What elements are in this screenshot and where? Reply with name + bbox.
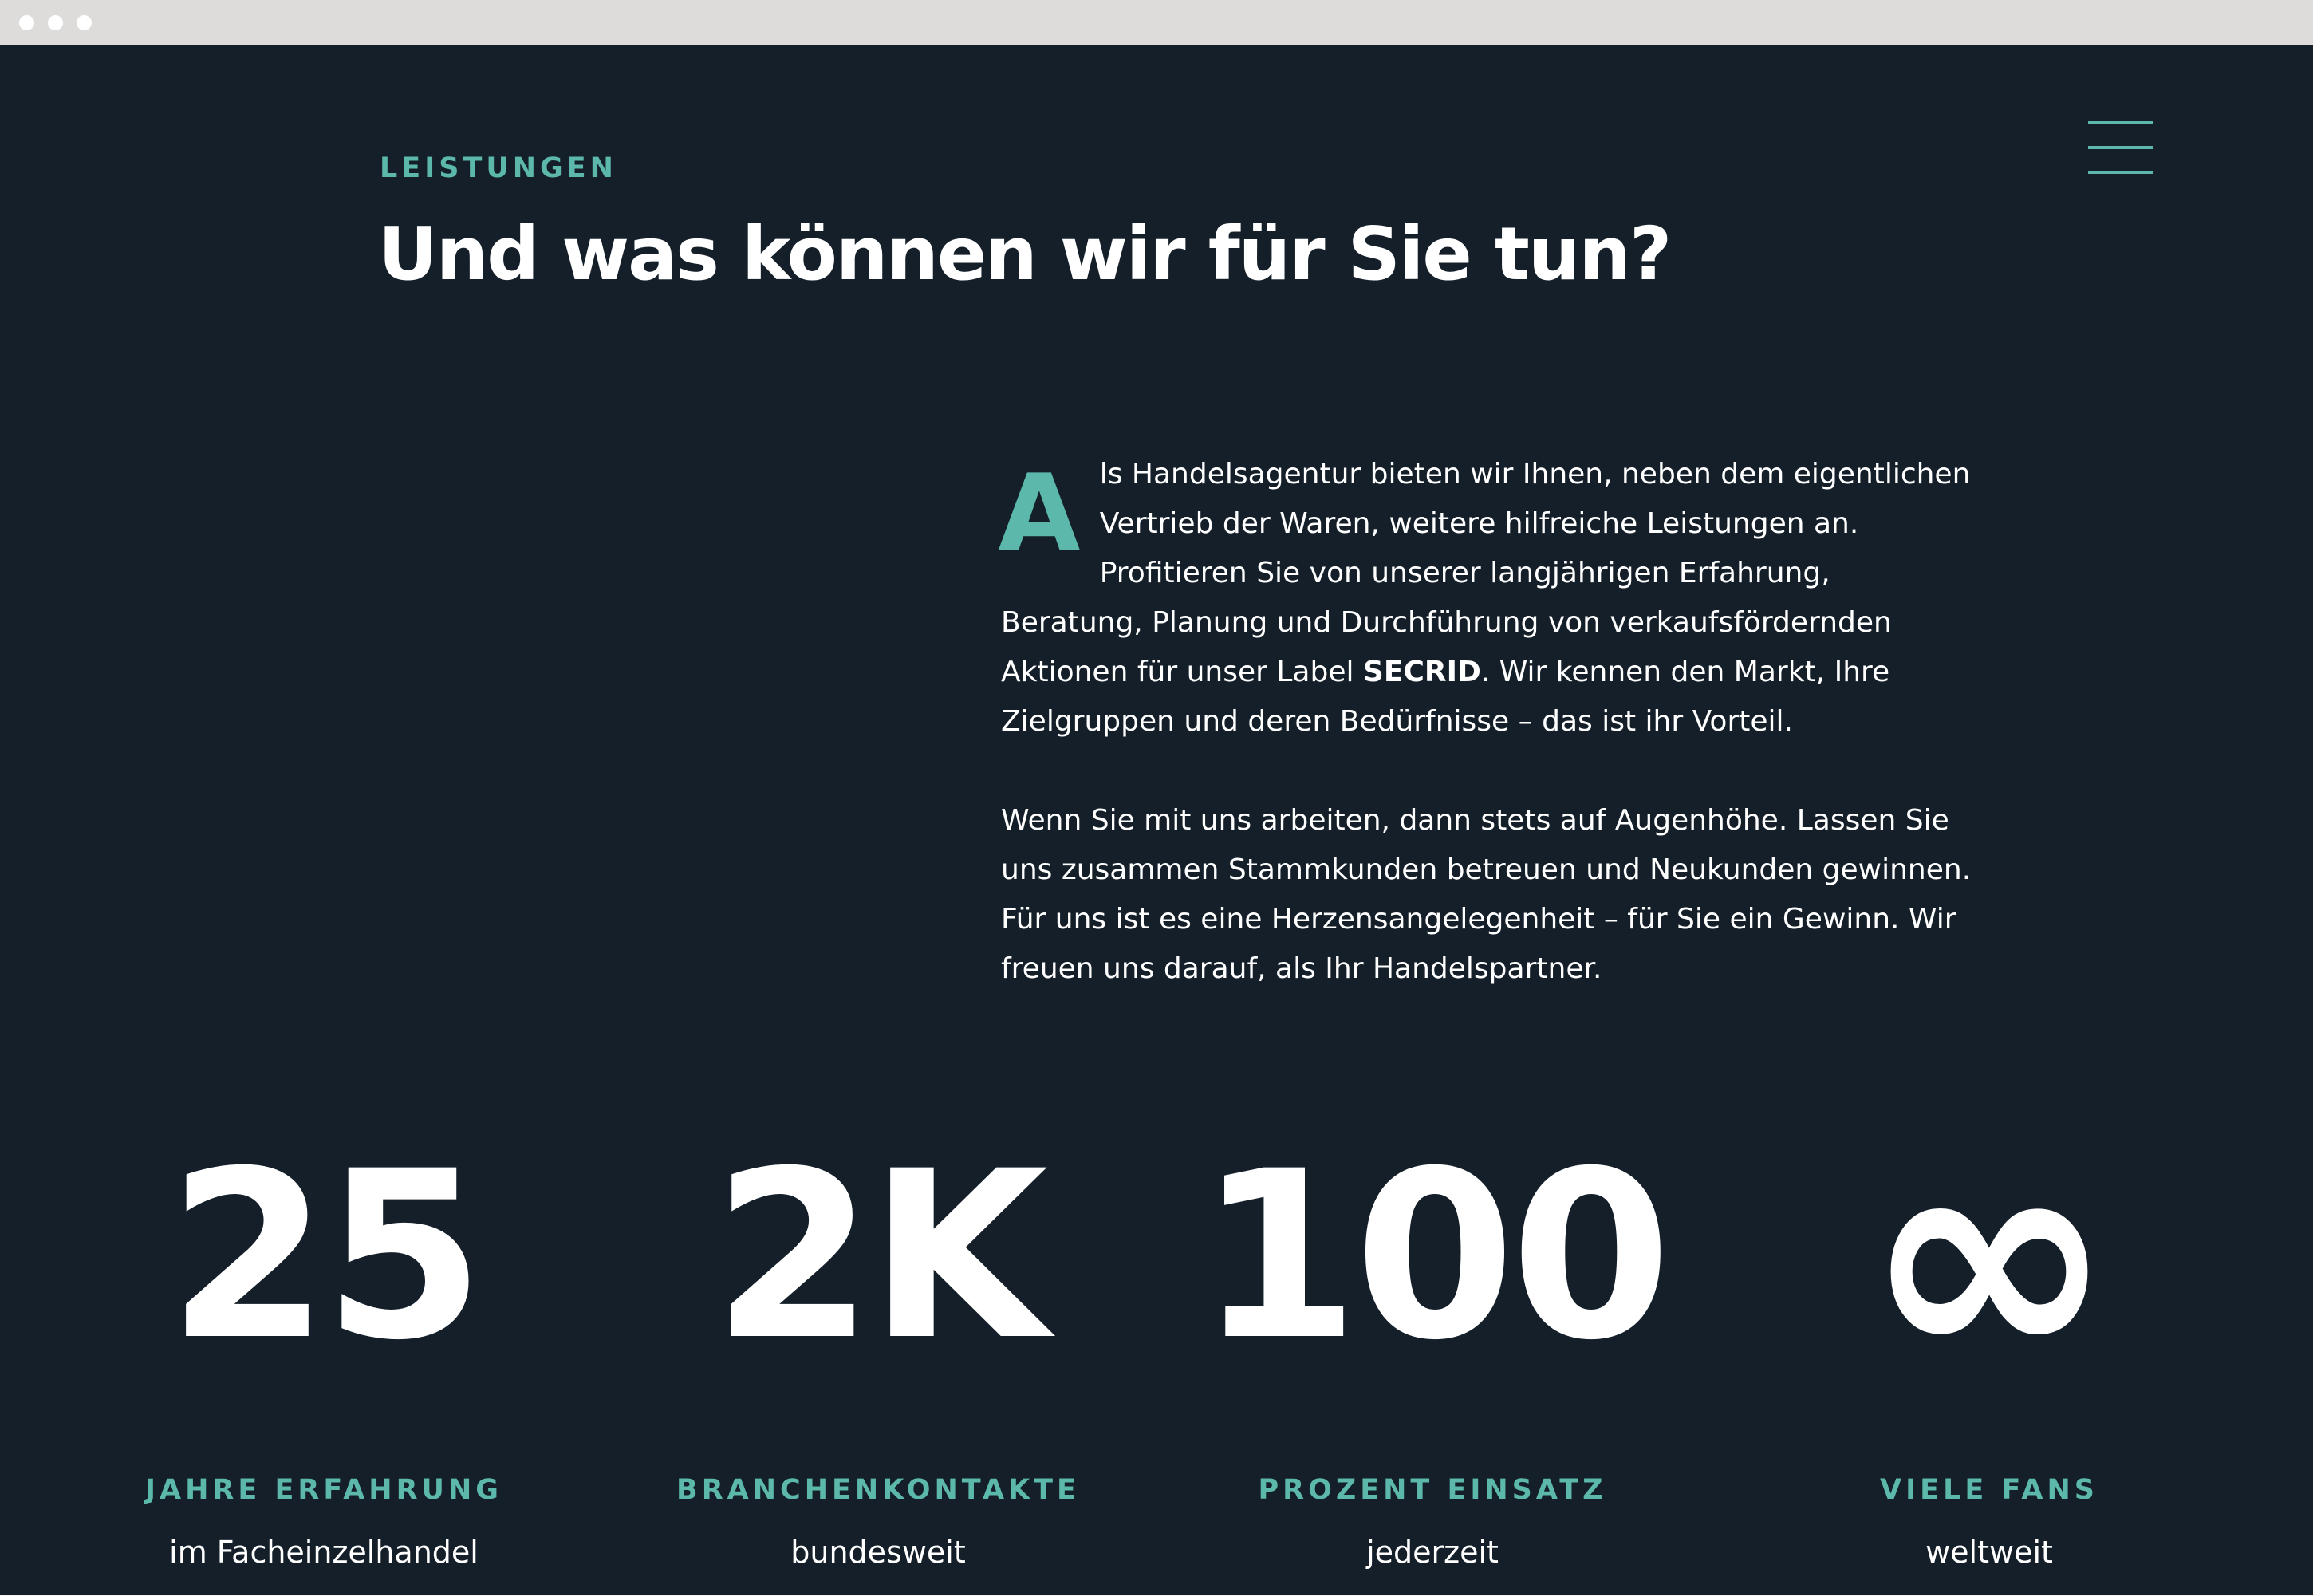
window-minimize-dot[interactable] bbox=[48, 15, 63, 30]
section-title: Und was können wir für Sie tun? bbox=[378, 211, 1672, 297]
stat-label: PROZENT EINSATZ bbox=[1258, 1474, 1607, 1506]
hamburger-menu-icon[interactable] bbox=[2088, 121, 2153, 174]
stat-value: 25 bbox=[167, 1122, 485, 1391]
stat-label: JAHRE ERFAHRUNG bbox=[145, 1474, 502, 1506]
intro-text: Als Handelsagentur bieten wir Ihnen, neb… bbox=[998, 450, 1978, 994]
stat-fans: ∞ VIELE FANS weltweit bbox=[1686, 1080, 2292, 1571]
stat-commitment: 100 PROZENT EINSATZ jederzeit bbox=[1129, 1121, 1736, 1571]
menu-bar-middle bbox=[2088, 146, 2153, 149]
leistungen-section: LEISTUNGEN Und was können wir für Sie tu… bbox=[0, 45, 2313, 1595]
infinity-icon: ∞ bbox=[1862, 1080, 2116, 1433]
stat-contacts: 2K BRANCHENKONTAKTE bundesweit bbox=[575, 1121, 1181, 1571]
stat-label: BRANCHENKONTAKTE bbox=[676, 1474, 1080, 1506]
stat-subtext: jederzeit bbox=[1366, 1535, 1499, 1570]
intro-paragraph-1-start: ls Handelsagentur bieten wir Ihnen, nebe… bbox=[1001, 458, 1971, 688]
brand-name: SECRID bbox=[1362, 656, 1481, 688]
window-titlebar bbox=[0, 0, 2313, 45]
section-eyebrow: LEISTUNGEN bbox=[380, 152, 617, 184]
stat-label: VIELE FANS bbox=[1880, 1474, 2098, 1506]
stat-subtext: im Facheinzelhandel bbox=[169, 1535, 479, 1570]
menu-bar-top bbox=[2088, 121, 2153, 124]
stat-subtext: weltweit bbox=[1925, 1535, 2053, 1570]
stat-subtext: bundesweit bbox=[790, 1535, 966, 1570]
stat-years: 25 JAHRE ERFAHRUNG im Facheinzelhandel bbox=[21, 1121, 627, 1571]
browser-window: LEISTUNGEN Und was können wir für Sie tu… bbox=[0, 0, 2313, 1596]
window-close-dot[interactable] bbox=[19, 15, 34, 30]
intro-paragraph-1: Als Handelsagentur bieten wir Ihnen, neb… bbox=[998, 450, 1978, 747]
stat-value: 2K bbox=[712, 1122, 1049, 1391]
intro-paragraph-2: Wenn Sie mit uns arbeiten, dann stets au… bbox=[1001, 804, 1972, 985]
window-maximize-dot[interactable] bbox=[77, 15, 92, 30]
menu-bar-bottom bbox=[2088, 171, 2153, 174]
drop-cap: A bbox=[998, 451, 1081, 576]
stat-value: 100 bbox=[1198, 1122, 1671, 1391]
